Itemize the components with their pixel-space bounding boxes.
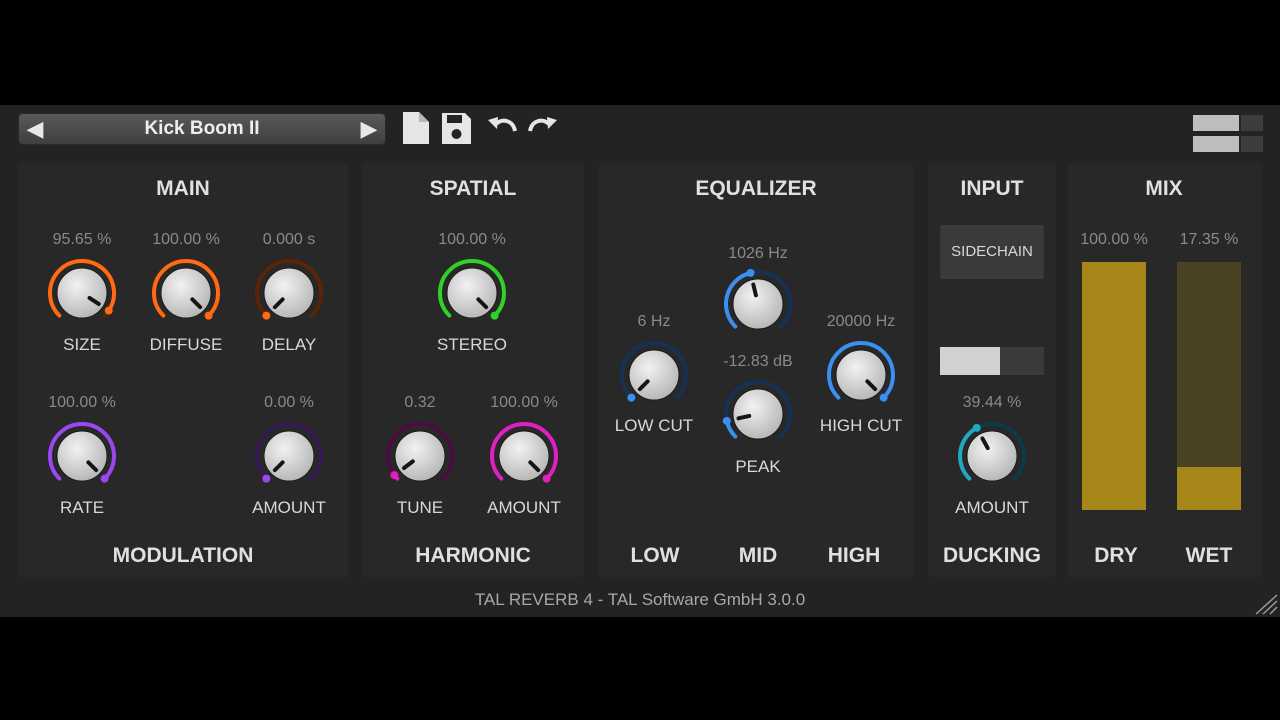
low-cut-label: LOW CUT bbox=[614, 416, 694, 435]
wet-value: 17.35 % bbox=[1179, 231, 1239, 248]
low-cut-value: 6 Hz bbox=[637, 313, 671, 330]
dry-fader[interactable] bbox=[1082, 262, 1146, 510]
stereo-value: 100.00 % bbox=[438, 231, 506, 248]
section-title-ducking: DUCKING bbox=[943, 544, 1041, 567]
high-cut-value: 20000 Hz bbox=[826, 313, 896, 330]
section-title-equalizer: EQUALIZER bbox=[695, 177, 817, 200]
rate-label: RATE bbox=[59, 498, 105, 517]
section-title-harmonic: HARMONIC bbox=[415, 544, 531, 567]
section-title-main: MAIN bbox=[156, 177, 210, 200]
low-cut-knob[interactable] bbox=[616, 337, 692, 413]
resize-grip-icon[interactable] bbox=[1252, 593, 1278, 615]
duck-amount-knob[interactable] bbox=[954, 418, 1030, 494]
harm-amount-label: AMOUNT bbox=[487, 498, 561, 517]
tune-knob[interactable] bbox=[382, 418, 458, 494]
duck-amount-label: AMOUNT bbox=[955, 498, 1029, 517]
wet-fader[interactable] bbox=[1177, 262, 1241, 510]
harm-amount-knob[interactable] bbox=[486, 418, 562, 494]
mid-freq-knob[interactable] bbox=[720, 266, 796, 342]
eq-band-low: LOW bbox=[630, 544, 680, 567]
section-title-modulation: MODULATION bbox=[112, 544, 254, 567]
rate-value: 100.00 % bbox=[48, 394, 116, 411]
section-title-mix: MIX bbox=[1145, 177, 1183, 200]
sidechain-button[interactable]: SIDECHAIN bbox=[940, 225, 1044, 279]
mod-amount-knob[interactable] bbox=[251, 418, 327, 494]
size-label: SIZE bbox=[63, 335, 101, 354]
stereo-label: STEREO bbox=[437, 335, 507, 354]
delay-knob[interactable] bbox=[251, 255, 327, 331]
footer-version-text: TAL REVERB 4 - TAL Software GmbH 3.0.0 bbox=[474, 590, 806, 609]
section-title-input: INPUT bbox=[960, 177, 1024, 200]
section-title-spatial: SPATIAL bbox=[429, 177, 517, 200]
size-knob[interactable] bbox=[44, 255, 120, 331]
mod-amount-label: AMOUNT bbox=[252, 498, 326, 517]
peak-knob[interactable] bbox=[720, 376, 796, 452]
delay-label: DELAY bbox=[261, 335, 317, 354]
mix-wet-label: WET bbox=[1185, 544, 1233, 567]
preset-selector[interactable]: ◀ Kick Boom II ▶ bbox=[18, 113, 386, 145]
peak-label: PEAK bbox=[735, 457, 781, 476]
next-preset-button[interactable]: ▶ bbox=[352, 113, 386, 145]
duck-amount-value: 39.44 % bbox=[962, 394, 1022, 411]
dry-value: 100.00 % bbox=[1080, 231, 1148, 248]
save-icon[interactable] bbox=[440, 111, 472, 145]
tune-value: 0.32 bbox=[404, 394, 436, 411]
mod-amount-value: 0.00 % bbox=[264, 394, 314, 411]
mix-dry-label: DRY bbox=[1094, 544, 1138, 567]
diffuse-label: DIFFUSE bbox=[149, 335, 223, 354]
new-preset-icon[interactable] bbox=[400, 111, 432, 145]
prev-preset-button[interactable]: ◀ bbox=[18, 113, 52, 145]
harm-amount-value: 100.00 % bbox=[490, 394, 558, 411]
ducking-meter-fill bbox=[940, 347, 1001, 375]
ducking-meter bbox=[940, 347, 1044, 375]
eq-band-mid: MID bbox=[738, 544, 778, 567]
undo-icon[interactable] bbox=[486, 111, 520, 145]
mid-freq-value: 1026 Hz bbox=[728, 245, 788, 262]
wet-fader-fill bbox=[1177, 466, 1241, 510]
delay-value: 0.000 s bbox=[262, 231, 316, 248]
tune-label: TUNE bbox=[396, 498, 444, 517]
window-size-toggle[interactable] bbox=[1193, 115, 1263, 155]
diffuse-value: 100.00 % bbox=[152, 231, 220, 248]
dry-fader-fill bbox=[1082, 262, 1146, 510]
eq-band-high: HIGH bbox=[827, 544, 881, 567]
redo-icon[interactable] bbox=[525, 111, 559, 145]
high-cut-label: HIGH CUT bbox=[819, 416, 903, 435]
preset-name[interactable]: Kick Boom II bbox=[58, 113, 346, 145]
plugin-window: ◀ Kick Boom II ▶ MAIN SPATIAL EQUALIZER … bbox=[0, 105, 1280, 617]
high-cut-knob[interactable] bbox=[823, 337, 899, 413]
diffuse-knob[interactable] bbox=[148, 255, 224, 331]
stereo-knob[interactable] bbox=[434, 255, 510, 331]
rate-knob[interactable] bbox=[44, 418, 120, 494]
size-value: 95.65 % bbox=[52, 231, 112, 248]
peak-value: -12.83 dB bbox=[723, 353, 793, 370]
